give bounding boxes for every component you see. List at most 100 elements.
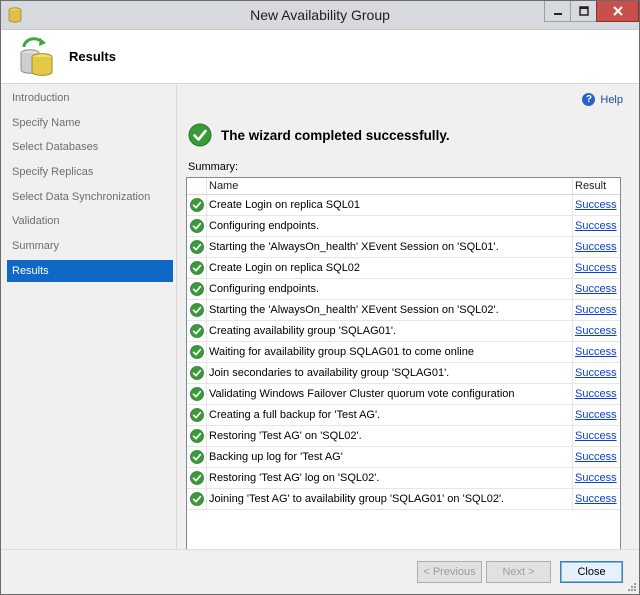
sidebar-item-summary[interactable]: Summary bbox=[7, 235, 173, 257]
green-check-icon bbox=[189, 324, 204, 338]
wizard-steps-sidebar: Introduction Specify Name Select Databas… bbox=[1, 85, 177, 549]
result-link[interactable]: Success bbox=[572, 404, 620, 426]
green-check-icon bbox=[189, 471, 204, 485]
sidebar-item-specify-name[interactable]: Specify Name bbox=[7, 112, 173, 134]
table-row[interactable]: Join secondaries to availability group '… bbox=[187, 362, 620, 384]
action-name: Joining 'Test AG' to availability group … bbox=[206, 488, 572, 510]
minimize-button[interactable] bbox=[544, 1, 571, 22]
help-icon: ? bbox=[582, 93, 596, 106]
table-row[interactable]: Creating a full backup for 'Test AG'. Suc… bbox=[187, 404, 620, 426]
sidebar-item-specify-replicas[interactable]: Specify Replicas bbox=[7, 161, 173, 183]
green-check-icon bbox=[189, 366, 204, 380]
table-row[interactable]: Backing up log for 'Test AG' Success bbox=[187, 446, 620, 468]
wizard-header: Results bbox=[1, 30, 639, 84]
status-cell bbox=[187, 300, 206, 321]
green-check-icon bbox=[189, 282, 204, 296]
result-link[interactable]: Success bbox=[572, 488, 620, 510]
close-window-button[interactable] bbox=[596, 1, 639, 22]
green-check-icon bbox=[189, 429, 204, 443]
status-cell bbox=[187, 342, 206, 363]
wizard-footer: < Previous Next > Close bbox=[1, 549, 639, 594]
sidebar-item-select-databases[interactable]: Select Databases bbox=[7, 136, 173, 158]
title-bar[interactable]: New Availability Group bbox=[1, 1, 639, 30]
green-check-icon bbox=[189, 450, 204, 464]
success-message: The wizard completed successfully. bbox=[221, 127, 450, 143]
help-link[interactable]: ? Help bbox=[582, 93, 623, 106]
table-row[interactable]: Creating availability group 'SQLAG01'. Su… bbox=[187, 320, 620, 342]
sidebar-item-results[interactable]: Results bbox=[7, 259, 173, 282]
green-check-icon bbox=[189, 261, 204, 275]
close-button[interactable]: Close bbox=[560, 561, 623, 583]
green-check-icon bbox=[189, 240, 204, 254]
minimize-icon bbox=[553, 13, 562, 15]
result-link[interactable]: Success bbox=[572, 425, 620, 447]
action-name: Waiting for availability group SQLAG01 t… bbox=[206, 341, 572, 363]
table-row[interactable]: Joining 'Test AG' to availability group … bbox=[187, 488, 620, 510]
green-check-icon bbox=[189, 408, 204, 422]
status-cell bbox=[187, 489, 206, 510]
action-name: Validating Windows Failover Cluster quor… bbox=[206, 383, 572, 405]
table-header: Name Result bbox=[187, 178, 620, 195]
next-button[interactable]: Next > bbox=[486, 561, 551, 583]
action-name: Create Login on replica SQL01 bbox=[206, 194, 572, 216]
name-column-header[interactable]: Name bbox=[206, 178, 572, 194]
action-name: Starting the 'AlwaysOn_health' XEvent Se… bbox=[206, 299, 572, 321]
wizard-window: New Availability Group Results Introduct… bbox=[0, 0, 640, 595]
status-cell bbox=[187, 468, 206, 489]
table-row[interactable]: Waiting for availability group SQLAG01 t… bbox=[187, 341, 620, 363]
table-row[interactable]: Create Login on replica SQL01 Success bbox=[187, 194, 620, 216]
sidebar-item-introduction[interactable]: Introduction bbox=[7, 87, 173, 109]
result-link[interactable]: Success bbox=[572, 320, 620, 342]
status-column-header[interactable] bbox=[187, 178, 206, 194]
status-cell bbox=[187, 321, 206, 342]
green-check-icon bbox=[189, 387, 204, 401]
table-row[interactable]: Restoring 'Test AG' on 'SQL02'. Success bbox=[187, 425, 620, 447]
results-panel: ? Help The wizard completed successfully… bbox=[178, 85, 639, 594]
action-name: Create Login on replica SQL02 bbox=[206, 257, 572, 279]
result-link[interactable]: Success bbox=[572, 257, 620, 279]
result-column-header[interactable]: Result bbox=[572, 178, 620, 194]
previous-button[interactable]: < Previous bbox=[417, 561, 482, 583]
result-link[interactable]: Success bbox=[572, 467, 620, 489]
action-name: Restoring 'Test AG' on 'SQL02'. bbox=[206, 425, 572, 447]
status-cell bbox=[187, 195, 206, 216]
result-link[interactable]: Success bbox=[572, 278, 620, 300]
result-link[interactable]: Success bbox=[572, 341, 620, 363]
table-row[interactable]: Restoring 'Test AG' log on 'SQL02'. Succe… bbox=[187, 467, 620, 489]
maximize-icon bbox=[578, 6, 589, 16]
completion-status: The wizard completed successfully. bbox=[188, 123, 450, 147]
result-link[interactable]: Success bbox=[572, 215, 620, 237]
green-check-icon bbox=[188, 123, 212, 147]
maximize-button[interactable] bbox=[570, 1, 597, 22]
status-cell bbox=[187, 258, 206, 279]
green-check-icon bbox=[189, 303, 204, 317]
help-label: Help bbox=[600, 93, 623, 106]
status-cell bbox=[187, 363, 206, 384]
table-row[interactable]: Configuring endpoints. Success bbox=[187, 215, 620, 237]
result-link[interactable]: Success bbox=[572, 446, 620, 468]
status-cell bbox=[187, 216, 206, 237]
table-row[interactable]: Configuring endpoints. Success bbox=[187, 278, 620, 300]
table-row[interactable]: Starting the 'AlwaysOn_health' XEvent Se… bbox=[187, 236, 620, 258]
action-name: Configuring endpoints. bbox=[206, 215, 572, 237]
action-name: Backing up log for 'Test AG' bbox=[206, 446, 572, 468]
table-row[interactable]: Validating Windows Failover Cluster quor… bbox=[187, 383, 620, 405]
table-body: Create Login on replica SQL01 Success Conf… bbox=[187, 194, 620, 510]
sidebar-item-validation[interactable]: Validation bbox=[7, 210, 173, 232]
result-link[interactable]: Success bbox=[572, 194, 620, 216]
result-link[interactable]: Success bbox=[572, 362, 620, 384]
table-row[interactable]: Starting the 'AlwaysOn_health' XEvent Se… bbox=[187, 299, 620, 321]
sidebar-item-select-data-synchronization[interactable]: Select Data Synchronization bbox=[7, 186, 173, 208]
result-link[interactable]: Success bbox=[572, 236, 620, 258]
resize-grip-icon[interactable] bbox=[627, 582, 637, 592]
status-cell bbox=[187, 237, 206, 258]
action-name: Starting the 'AlwaysOn_health' XEvent Se… bbox=[206, 236, 572, 258]
action-name: Join secondaries to availability group '… bbox=[206, 362, 572, 384]
status-cell bbox=[187, 426, 206, 447]
table-row[interactable]: Create Login on replica SQL02 Success bbox=[187, 257, 620, 279]
status-cell bbox=[187, 447, 206, 468]
summary-label: Summary: bbox=[188, 161, 239, 173]
status-cell bbox=[187, 279, 206, 300]
result-link[interactable]: Success bbox=[572, 299, 620, 321]
result-link[interactable]: Success bbox=[572, 383, 620, 405]
